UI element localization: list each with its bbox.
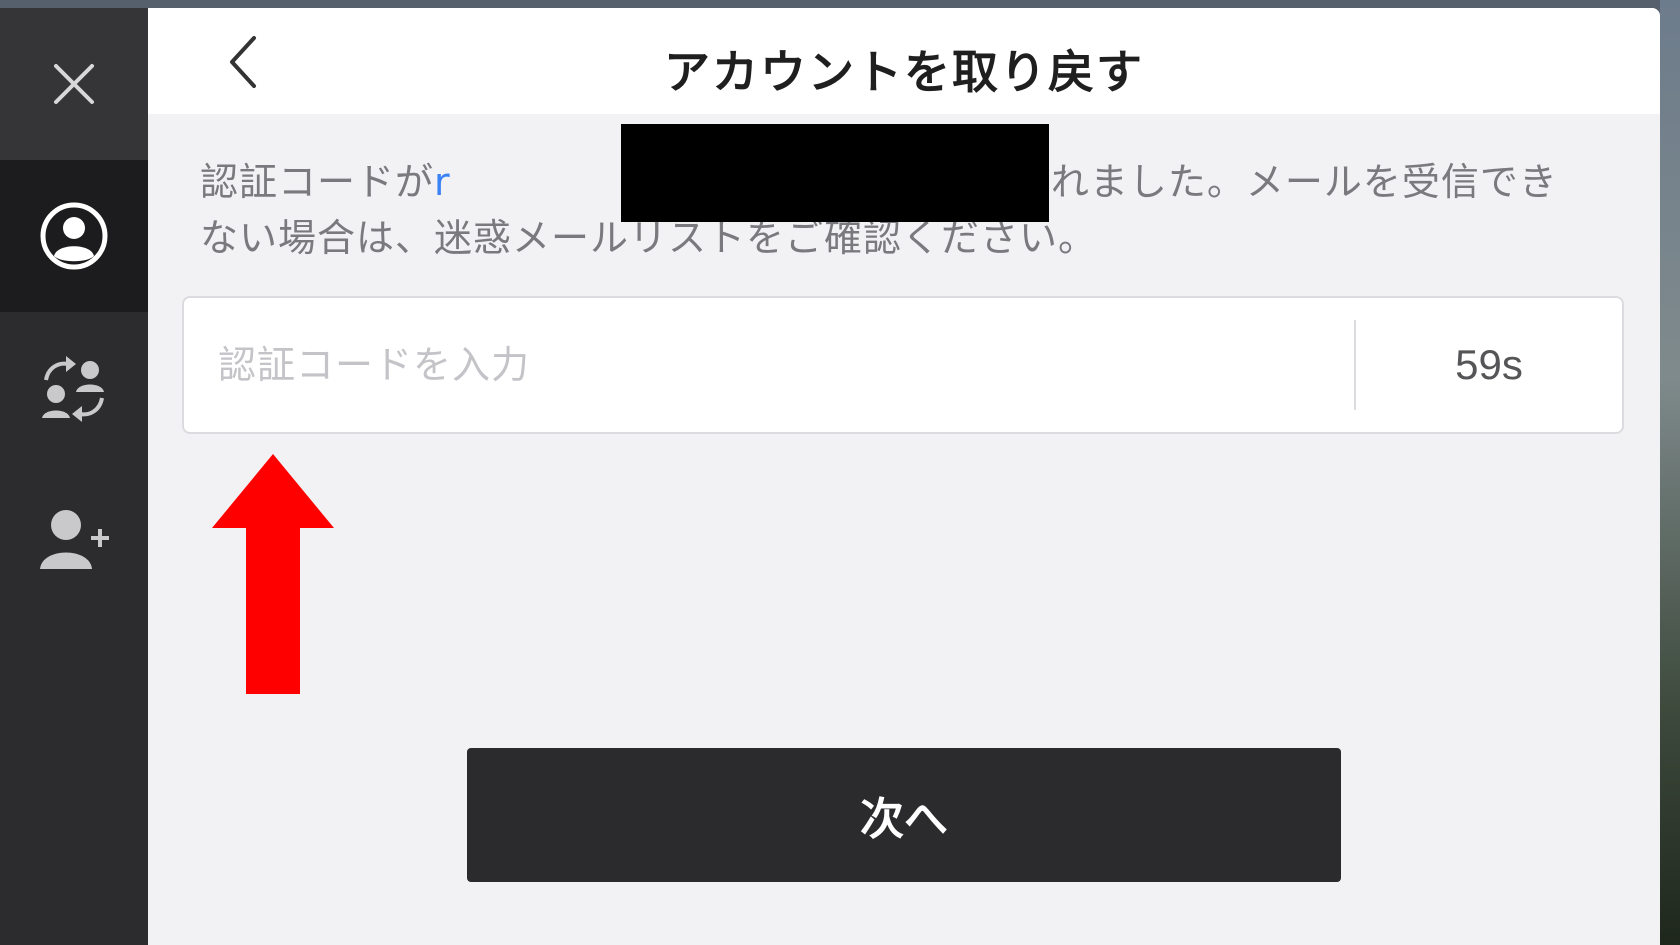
sidebar-item-add-account[interactable] [0, 464, 148, 616]
header: アカウントを取り戻す [148, 8, 1660, 114]
email-address-start: r [434, 160, 451, 204]
recover-account-window: アカウントを取り戻す 認証コードがroに送信されました。メールを受信できない場合… [0, 8, 1660, 945]
verification-code-field: 59s [182, 296, 1624, 434]
sidebar [0, 8, 148, 945]
switch-account-icon [42, 356, 104, 422]
message-text-before: 認証コードが [200, 160, 435, 204]
desktop-background-edge [1660, 0, 1680, 945]
close-icon [54, 64, 94, 104]
redaction-box [621, 124, 1049, 222]
main-panel: アカウントを取り戻す 認証コードがroに送信されました。メールを受信できない場合… [148, 8, 1660, 945]
add-account-icon [40, 510, 109, 569]
account-icon [40, 202, 108, 270]
page-title: アカウントを取り戻す [664, 45, 1144, 99]
sidebar-close-button[interactable] [0, 8, 148, 160]
verification-code-input[interactable] [184, 298, 1354, 432]
sidebar-item-account[interactable] [0, 160, 148, 312]
red-arrow-annotation [212, 454, 334, 694]
next-button[interactable]: 次へ [467, 748, 1341, 882]
sidebar-item-switch-account[interactable] [0, 312, 148, 464]
resend-countdown: 59s [1455, 341, 1523, 388]
